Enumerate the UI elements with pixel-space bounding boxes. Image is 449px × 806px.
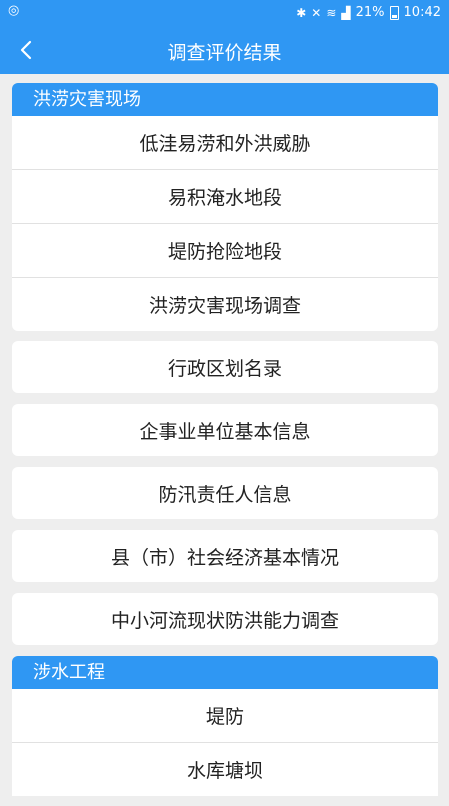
- card-flood-responsible[interactable]: 防汛责任人信息: [12, 467, 438, 519]
- card-enterprise-info[interactable]: 企事业单位基本信息: [12, 404, 438, 456]
- section-header: 洪涝灾害现场: [12, 83, 438, 116]
- result-list: 洪涝灾害现场 低洼易涝和外洪威胁 易积淹水地段 堤防抢险地段 洪涝灾害现场调查 …: [12, 83, 438, 806]
- list-item-waterlogging[interactable]: 易积淹水地段: [12, 170, 438, 224]
- status-bar: ◎ ✱ ✕ ≋ ▟ 21% 10:42: [0, 0, 449, 26]
- section-water-projects: 涉水工程 堤防 水库塘坝: [12, 656, 438, 796]
- app-bar: 调查评价结果: [0, 26, 449, 74]
- card-river-capacity[interactable]: 中小河流现状防洪能力调查: [12, 593, 438, 645]
- signal-icon: ▟: [341, 5, 351, 20]
- bluetooth-icon: ✱: [296, 5, 307, 20]
- page-title: 调查评价结果: [167, 42, 282, 64]
- card-admin-division[interactable]: 行政区划名录: [12, 341, 438, 393]
- battery-percent: 21%: [355, 5, 385, 20]
- card-county-economy[interactable]: 县（市）社会经济基本情况: [12, 530, 438, 582]
- section-flood-site: 洪涝灾害现场 低洼易涝和外洪威胁 易积淹水地段 堤防抢险地段 洪涝灾害现场调查: [12, 83, 438, 331]
- battery-icon: [389, 5, 399, 20]
- clock: 10:42: [403, 5, 441, 20]
- list-item-lowland[interactable]: 低洼易涝和外洪威胁: [12, 116, 438, 170]
- wifi-icon: ≋: [326, 5, 337, 20]
- list-item-reservoir[interactable]: 水库塘坝: [12, 743, 438, 796]
- status-right: ✱ ✕ ≋ ▟ 21% 10:42: [296, 5, 441, 20]
- notification-icon: ◎: [8, 3, 20, 18]
- mute-icon: ✕: [311, 5, 322, 20]
- section-header: 涉水工程: [12, 656, 438, 689]
- list-item-flood-survey[interactable]: 洪涝灾害现场调查: [12, 278, 438, 331]
- list-item-dike[interactable]: 堤防: [12, 689, 438, 743]
- list-item-embankment-rescue[interactable]: 堤防抢险地段: [12, 224, 438, 278]
